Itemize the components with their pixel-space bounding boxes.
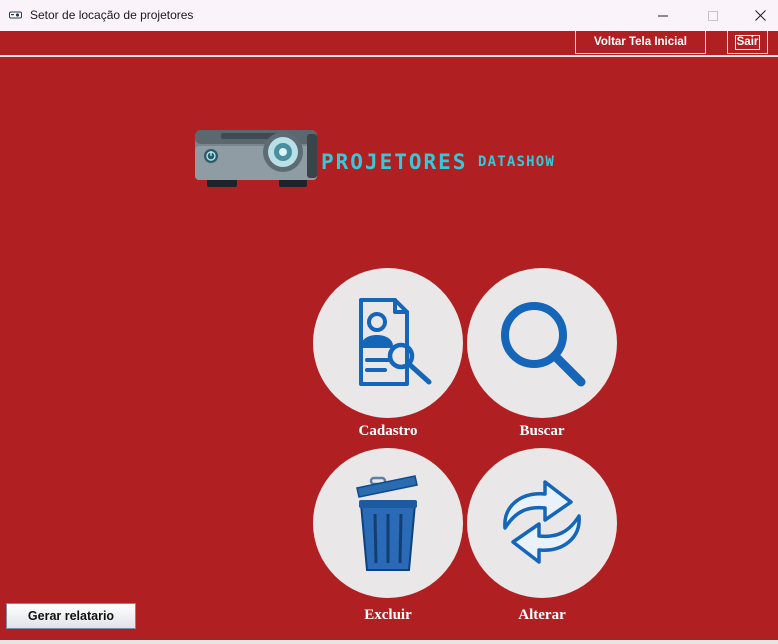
exit-button[interactable]: Sair <box>727 31 768 54</box>
minimize-icon <box>658 15 668 16</box>
top-toolbar: Voltar Tela Inicial Sair <box>0 31 778 57</box>
buscar-label: Buscar <box>519 423 565 439</box>
title-bar: Setor de locação de projetores <box>0 0 778 31</box>
search-icon <box>501 302 586 387</box>
close-icon <box>754 10 766 21</box>
exit-button-label: Sair <box>734 34 761 50</box>
logo-text-datashow: DATASHOW <box>478 154 556 170</box>
trash-icon <box>356 475 418 571</box>
generate-report-button[interactable]: Gerar relatario <box>6 603 136 629</box>
cadastro-label: Cadastro <box>358 423 418 439</box>
window-title: Setor de locação de projetores <box>30 8 194 22</box>
excluir-label: Excluir <box>364 607 412 623</box>
swap-arrows-icon <box>503 480 581 564</box>
alterar-button[interactable] <box>467 448 617 598</box>
user-document-search-icon <box>359 298 432 386</box>
app-window: Setor de locação de projetores Voltar Te… <box>0 0 778 644</box>
excluir-button[interactable] <box>313 448 463 598</box>
projector-app-icon <box>9 11 22 19</box>
bottom-border <box>0 640 778 644</box>
logo-text-projetores: PROJETORES <box>321 150 468 174</box>
maximize-icon <box>708 10 718 21</box>
cadastro-button[interactable] <box>313 268 463 418</box>
buscar-button[interactable] <box>467 268 617 418</box>
alterar-label: Alterar <box>518 607 566 623</box>
projector-logo-icon <box>195 130 317 187</box>
minimize-button[interactable] <box>640 0 686 31</box>
logo: PROJETORES DATASHOW <box>193 128 603 190</box>
back-to-home-button[interactable]: Voltar Tela Inicial <box>575 31 706 54</box>
maximize-button[interactable] <box>690 0 736 31</box>
close-button[interactable] <box>737 0 778 31</box>
